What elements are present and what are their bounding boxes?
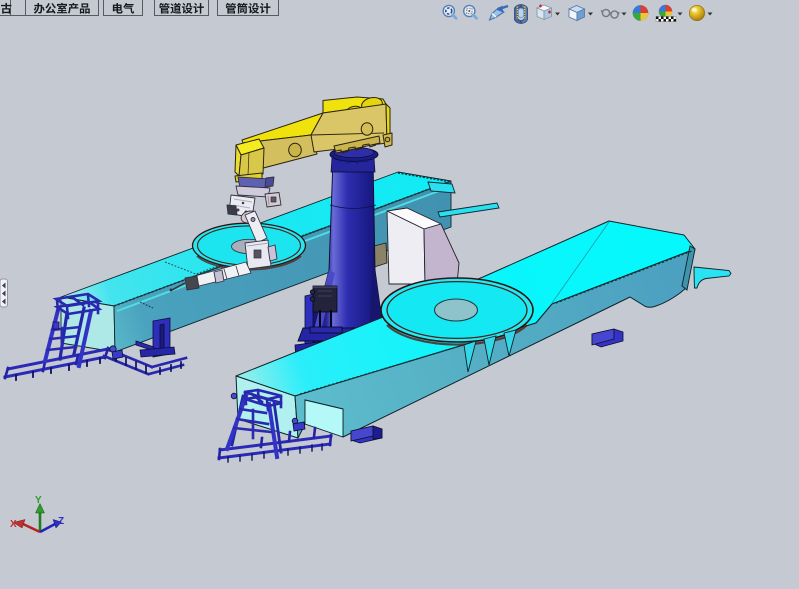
svg-text:X: X: [10, 519, 17, 530]
svg-text:Z: Z: [58, 516, 64, 527]
svg-text:Y: Y: [35, 495, 42, 506]
